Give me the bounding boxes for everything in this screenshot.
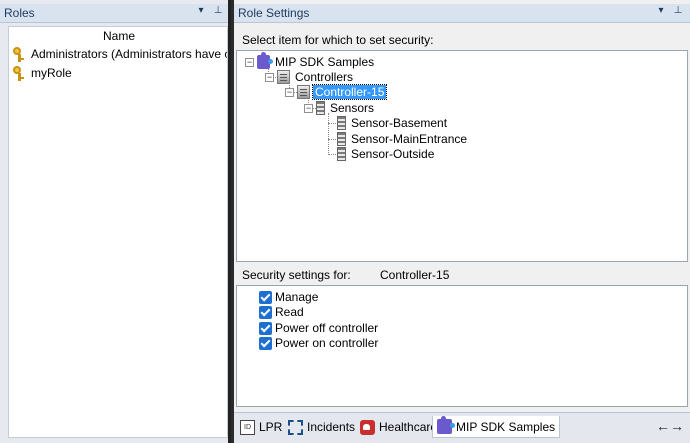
select-item-label: Select item for which to set security: xyxy=(242,33,434,47)
tab-incidents[interactable]: Incidents xyxy=(284,416,359,438)
tree-node-label: Sensor-MainEntrance xyxy=(351,132,468,146)
security-settings-label: Security settings for: xyxy=(242,268,351,282)
security-item-tree[interactable]: − MIP SDK Samples − Controllers − Contro… xyxy=(236,50,688,262)
dropdown-icon[interactable]: ▾ xyxy=(654,5,668,16)
pin-icon[interactable]: ⊥ xyxy=(211,5,225,16)
checkbox-checked-icon[interactable] xyxy=(259,321,272,335)
bottom-tab-bar: ID LPR Incidents Healthcare MIP SDK Samp… xyxy=(234,412,690,443)
tree-node-label: Controllers xyxy=(295,70,354,84)
role-item-label: Administrators (Administrators have co xyxy=(31,47,227,61)
server-icon xyxy=(277,70,290,84)
tab-scroll-arrows-icon[interactable]: ←→ xyxy=(656,418,684,434)
role-settings-header: Role Settings ▾ ⊥ xyxy=(234,4,690,23)
permission-label: Manage xyxy=(275,290,319,304)
permission-power-on-controller[interactable]: Power on controller xyxy=(259,335,378,351)
tab-healthcare[interactable]: Healthcare xyxy=(356,416,441,438)
tab-lpr[interactable]: ID LPR xyxy=(236,416,286,438)
roles-pane: Roles ▾ ⊥ Name Administrators (Administr… xyxy=(0,0,231,443)
permission-label: Power off controller xyxy=(275,321,379,335)
tree-node-label: Sensor-Basement xyxy=(351,116,448,130)
role-item-administrators[interactable]: Administrators (Administrators have co xyxy=(11,45,227,63)
key-icon xyxy=(11,65,31,81)
collapse-icon[interactable]: − xyxy=(265,72,274,82)
tab-label: Incidents xyxy=(307,420,356,434)
sensor-icon xyxy=(337,116,346,130)
permissions-list: Manage Read Power off controller Power o… xyxy=(236,285,688,407)
lpr-icon: ID xyxy=(240,419,255,435)
tab-label: MIP SDK Samples xyxy=(456,419,556,434)
tab-label: Healthcare xyxy=(379,420,438,434)
tree-node-sensors[interactable]: − Sensors xyxy=(304,100,376,116)
permission-manage[interactable]: Manage xyxy=(259,289,318,305)
dropdown-icon[interactable]: ▾ xyxy=(194,5,208,16)
tree-node-label: Sensor-Outside xyxy=(351,147,435,161)
role-settings-title: Role Settings xyxy=(238,6,310,20)
key-icon xyxy=(11,46,31,62)
collapse-icon[interactable]: − xyxy=(304,103,313,113)
tree-node-controllers[interactable]: − Controllers xyxy=(265,69,355,85)
puzzle-icon xyxy=(257,52,273,69)
tree-node-label: MIP SDK Samples xyxy=(275,55,375,69)
tree-node-sensor-mainentrance[interactable]: Sensor-MainEntrance xyxy=(337,131,469,147)
tab-mip-sdk-samples[interactable]: MIP SDK Samples xyxy=(432,416,561,438)
checkbox-checked-icon[interactable] xyxy=(259,305,272,319)
collapse-icon[interactable]: − xyxy=(245,57,254,67)
roles-pane-header: Roles ▾ ⊥ xyxy=(0,4,228,23)
puzzle-icon xyxy=(437,416,455,434)
security-settings-target: Controller-15 xyxy=(380,268,450,282)
role-item-myrole[interactable]: myRole xyxy=(11,64,227,82)
tree-node-label: Sensors xyxy=(330,101,375,115)
security-settings-header: Security settings for: Controller-15 xyxy=(236,263,688,285)
incidents-icon xyxy=(288,419,303,435)
checkbox-checked-icon[interactable] xyxy=(259,336,272,350)
role-settings-pane: Role Settings ▾ ⊥ Select item for which … xyxy=(234,0,690,443)
pin-icon[interactable]: ⊥ xyxy=(671,5,685,16)
column-header-name[interactable]: Name xyxy=(9,29,229,43)
sensor-icon xyxy=(337,147,346,161)
collapse-icon[interactable]: − xyxy=(285,87,294,97)
role-item-label: myRole xyxy=(31,66,72,80)
roles-pane-title: Roles xyxy=(4,6,35,20)
server-icon xyxy=(297,85,310,99)
tree-node-mip-sdk-samples[interactable]: − MIP SDK Samples xyxy=(245,52,376,70)
permission-power-off-controller[interactable]: Power off controller xyxy=(259,320,378,336)
permission-label: Power on controller xyxy=(275,336,379,350)
tree-node-controller-15[interactable]: − Controller-15 xyxy=(285,84,388,100)
roles-list[interactable]: Name Administrators (Administrators have… xyxy=(8,26,228,438)
permission-label: Read xyxy=(275,305,304,319)
sensor-icon xyxy=(337,132,346,146)
tree-node-sensor-basement[interactable]: Sensor-Basement xyxy=(337,115,449,131)
checkbox-checked-icon[interactable] xyxy=(259,290,272,304)
sensor-icon xyxy=(316,101,325,115)
healthcare-icon xyxy=(360,419,375,435)
tree-node-sensor-outside[interactable]: Sensor-Outside xyxy=(337,146,436,162)
tree-node-label: Controller-15 xyxy=(311,84,388,100)
tab-label: LPR xyxy=(259,420,283,434)
permission-read[interactable]: Read xyxy=(259,304,304,320)
